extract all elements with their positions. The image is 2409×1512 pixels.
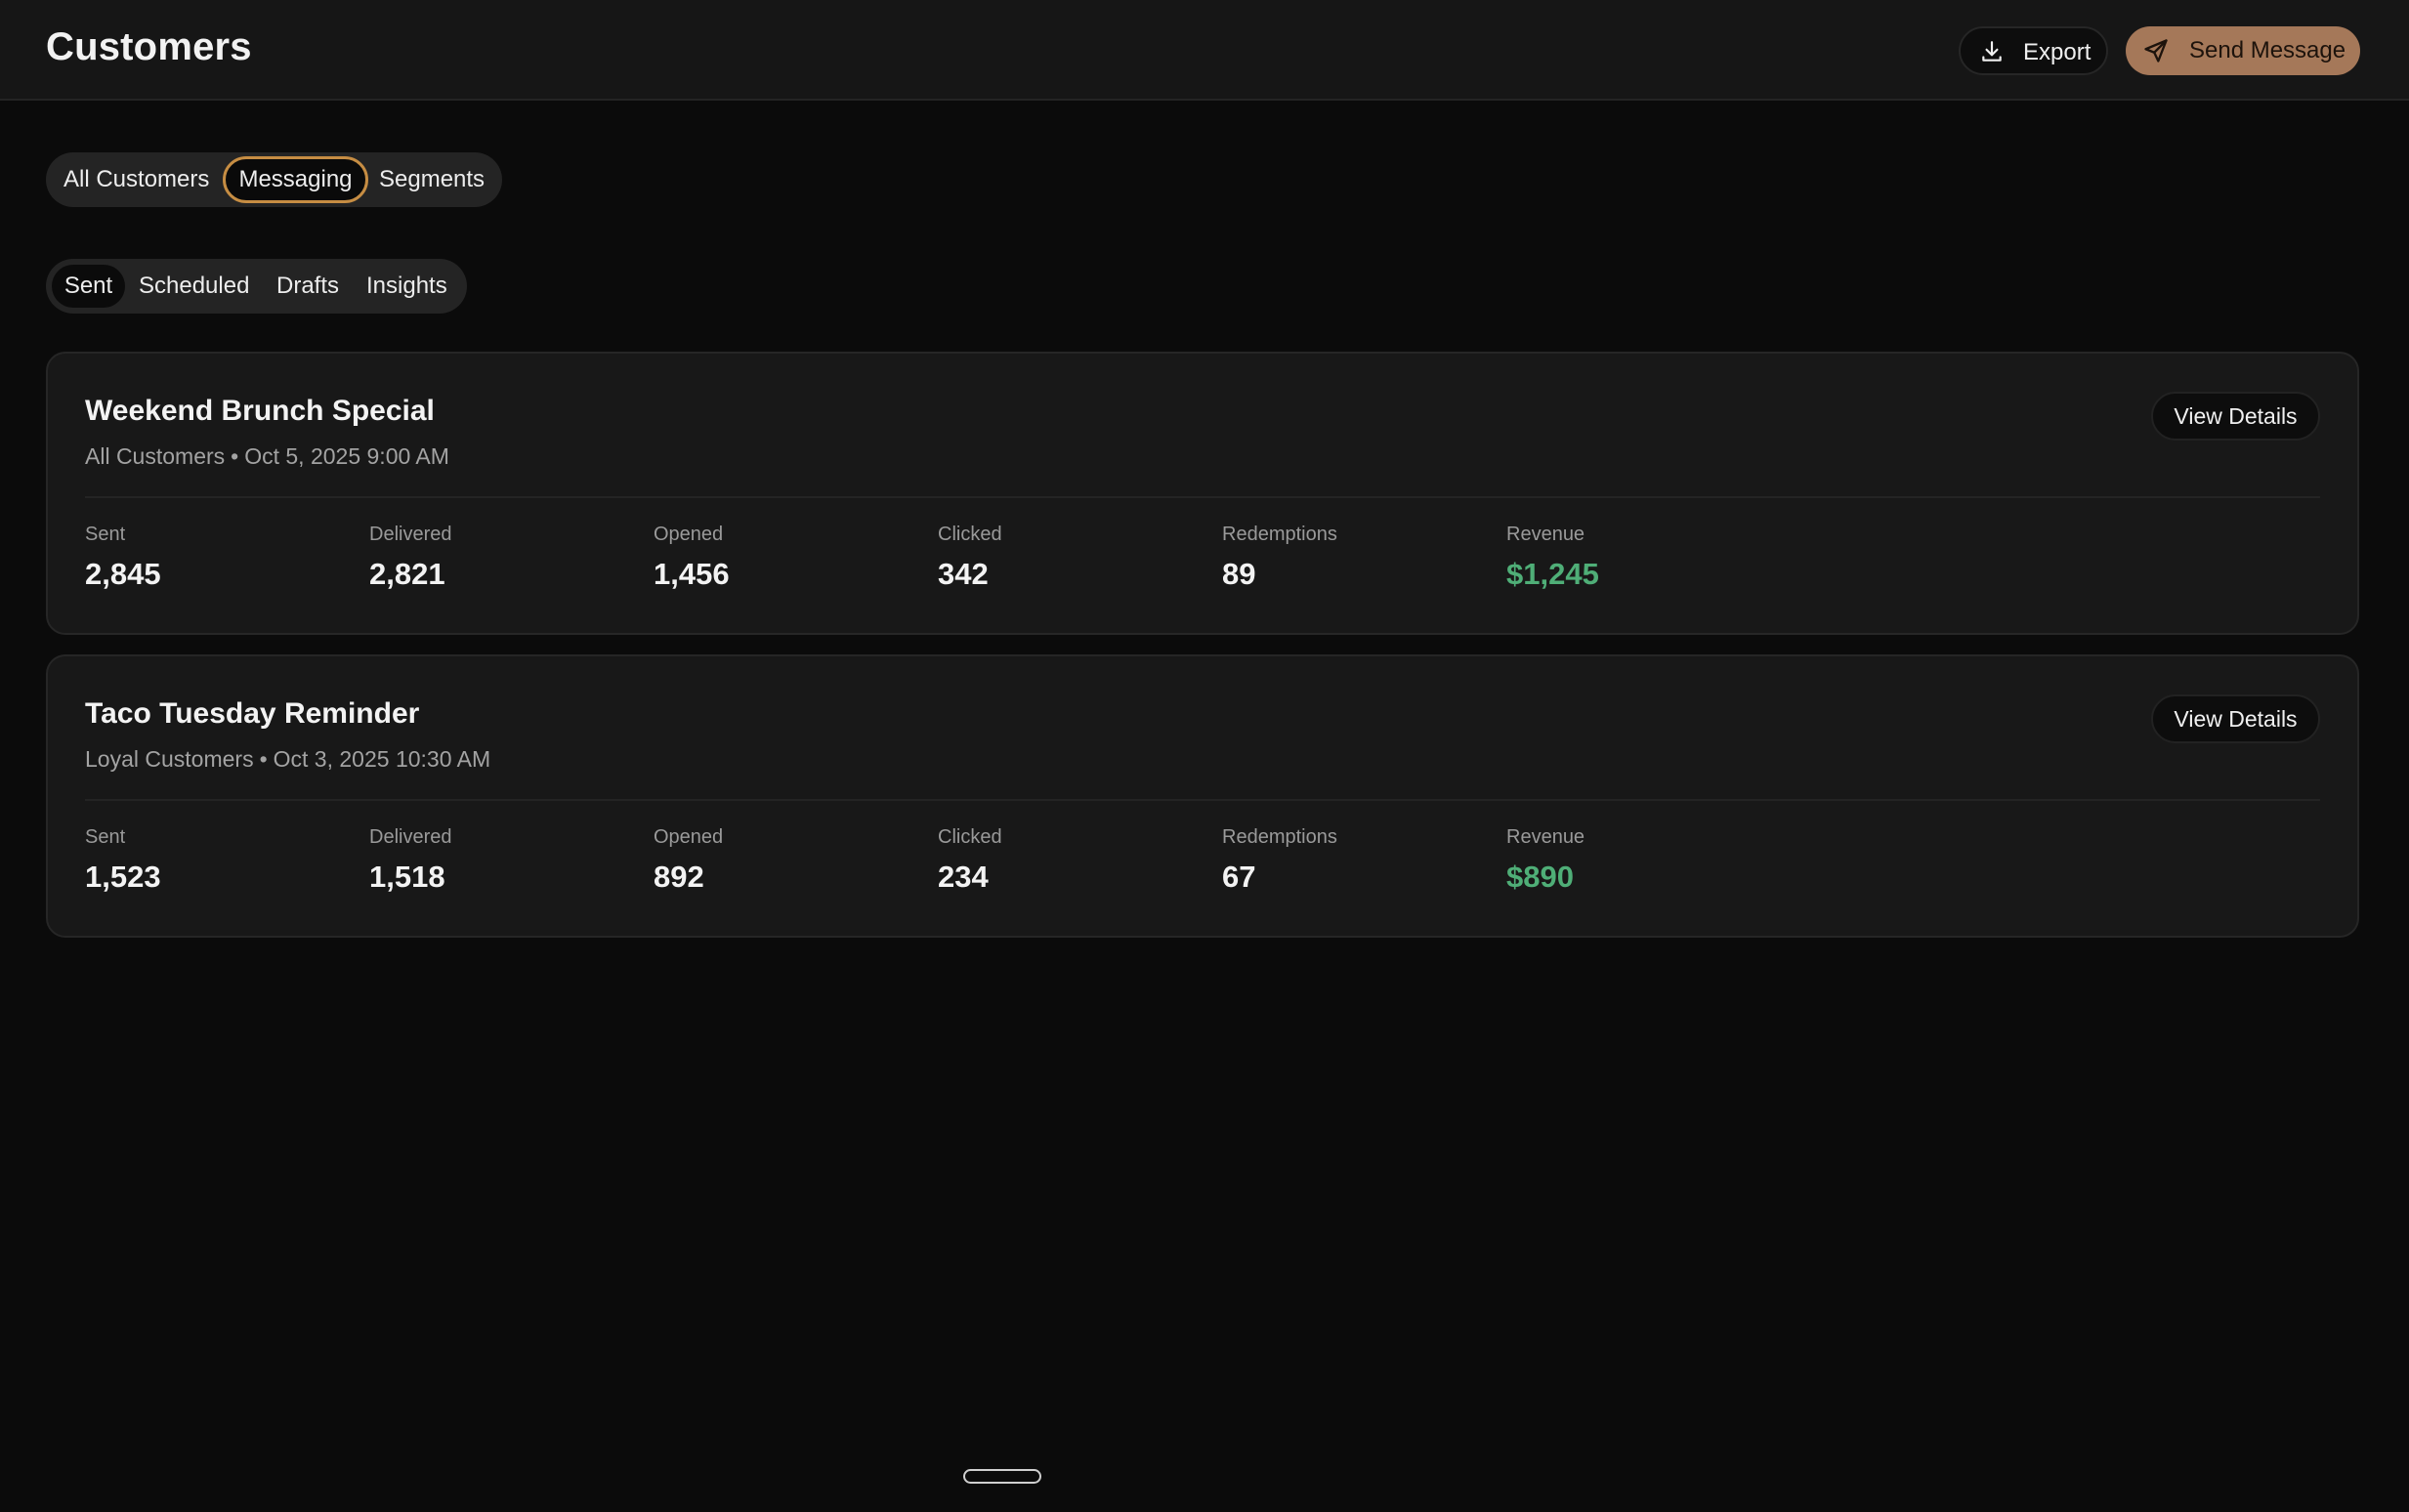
stat-value: $1,245 (1506, 557, 1599, 591)
stat-value: $890 (1506, 860, 1574, 894)
stat-label: Revenue (1506, 826, 1585, 848)
stat-value: 67 (1222, 860, 1256, 894)
tab-messaging[interactable]: Messaging (223, 156, 368, 203)
download-icon (1982, 41, 2002, 62)
header-bar: Customers Export Send Message (0, 0, 2409, 101)
tab-insights[interactable]: Insights (366, 265, 447, 308)
stat-opened: Opened 892 (654, 826, 927, 895)
send-icon (2144, 39, 2168, 63)
stat-revenue: Revenue $1,245 (1506, 524, 1780, 592)
customers-page: Customers Export Send Message All Custom… (0, 0, 2409, 1512)
stat-label: Delivered (369, 524, 452, 545)
send-message-button[interactable]: Send Message (2126, 26, 2360, 75)
stat-value: 342 (938, 557, 989, 591)
stat-clicked: Clicked 234 (938, 826, 1211, 895)
stat-sent: Sent 1,523 (85, 826, 359, 895)
export-button[interactable]: Export (1959, 26, 2108, 75)
stat-value: 234 (938, 860, 989, 894)
stat-value: 2,821 (369, 557, 445, 591)
stat-value: 1,523 (85, 860, 161, 894)
campaign-card: Taco Tuesday Reminder Loyal Customers • Oc… (46, 654, 2359, 938)
campaign-title: Taco Tuesday Reminder (85, 697, 420, 730)
view-details-button[interactable]: View Details (2151, 392, 2320, 441)
stat-label: Sent (85, 524, 126, 545)
export-label: Export (2023, 39, 2092, 65)
campaign-datetime: Oct 3, 2025 10:30 AM (273, 746, 491, 772)
stat-value: 89 (1222, 557, 1256, 591)
stat-sent: Sent 2,845 (85, 524, 359, 592)
stat-value: 1,456 (654, 557, 730, 591)
card-divider (85, 496, 2320, 498)
campaign-datetime: Oct 5, 2025 9:00 AM (244, 443, 449, 469)
meta-separator: • (259, 746, 268, 772)
view-details-button[interactable]: View Details (2151, 694, 2320, 743)
stat-redemptions: Redemptions 89 (1222, 524, 1496, 592)
stat-label: Delivered (369, 826, 452, 848)
stat-delivered: Delivered 1,518 (369, 826, 643, 895)
home-indicator[interactable] (963, 1469, 1041, 1484)
stat-label: Redemptions (1222, 524, 1337, 545)
campaign-meta: All Customers • Oct 5, 2025 9:00 AM (85, 443, 449, 470)
tab-segments[interactable]: Segments (379, 156, 485, 203)
tab-drafts[interactable]: Drafts (276, 265, 339, 308)
stat-label: Revenue (1506, 524, 1585, 545)
campaign-audience: Loyal Customers (85, 746, 254, 772)
campaign-card: Weekend Brunch Special All Customers • Oct… (46, 352, 2359, 635)
stat-label: Clicked (938, 524, 1002, 545)
stat-redemptions: Redemptions 67 (1222, 826, 1496, 895)
stat-label: Sent (85, 826, 126, 848)
campaign-title: Weekend Brunch Special (85, 395, 435, 427)
page-title: Customers (46, 25, 252, 68)
send-message-label: Send Message (2189, 37, 2346, 63)
stat-label: Clicked (938, 826, 1002, 848)
stat-clicked: Clicked 342 (938, 524, 1211, 592)
tab-all-customers[interactable]: All Customers (63, 156, 209, 203)
tab-sent[interactable]: Sent (52, 265, 125, 308)
stat-delivered: Delivered 2,821 (369, 524, 643, 592)
stat-revenue: Revenue $890 (1506, 826, 1780, 895)
primary-tabs: All Customers Messaging Segments (46, 152, 502, 207)
tab-scheduled[interactable]: Scheduled (139, 265, 249, 308)
stat-label: Redemptions (1222, 826, 1337, 848)
stat-value: 2,845 (85, 557, 161, 591)
stat-label: Opened (654, 524, 724, 545)
meta-separator: • (231, 443, 239, 469)
stat-value: 892 (654, 860, 704, 894)
card-divider (85, 799, 2320, 801)
stat-label: Opened (654, 826, 724, 848)
campaign-meta: Loyal Customers • Oct 3, 2025 10:30 AM (85, 746, 490, 773)
stat-opened: Opened 1,456 (654, 524, 927, 592)
secondary-tabs: Sent Scheduled Drafts Insights (46, 259, 467, 314)
stat-value: 1,518 (369, 860, 445, 894)
campaign-audience: All Customers (85, 443, 226, 469)
